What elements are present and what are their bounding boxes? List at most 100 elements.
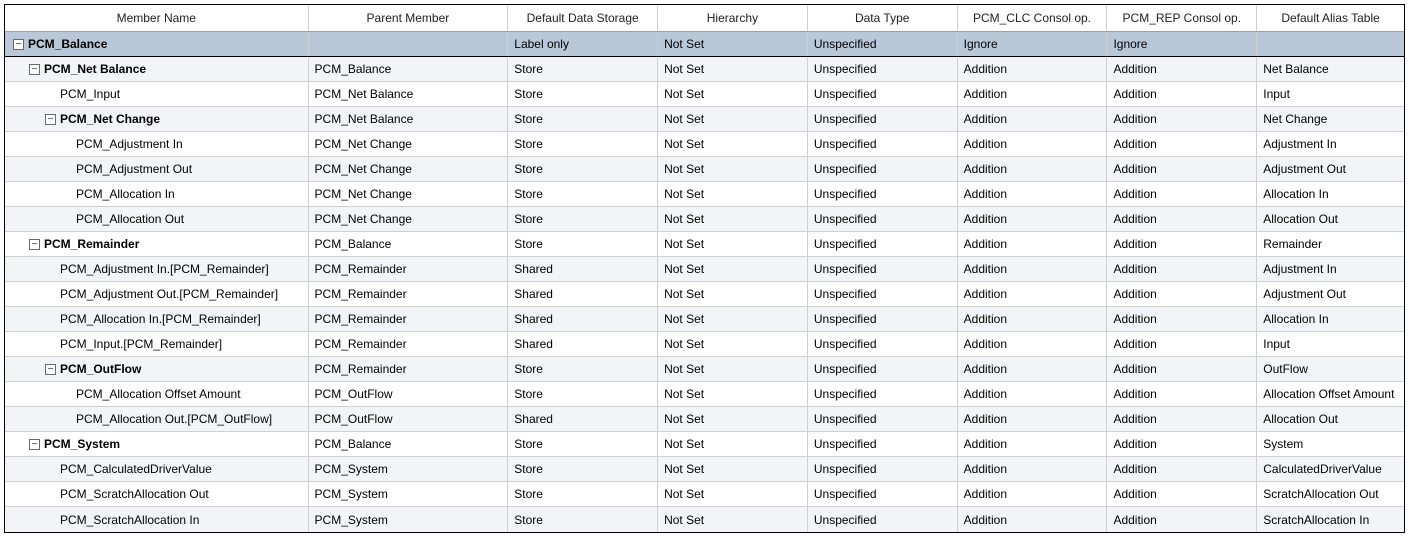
- col-parent-member[interactable]: Parent Member: [309, 5, 509, 31]
- clc-cell[interactable]: Addition: [958, 107, 1108, 131]
- clc-cell[interactable]: Addition: [958, 432, 1108, 456]
- rep-cell[interactable]: Addition: [1107, 57, 1257, 81]
- alias-cell[interactable]: Allocation Out: [1257, 207, 1404, 231]
- parent-member-cell[interactable]: PCM_Balance: [309, 57, 509, 81]
- storage-cell[interactable]: Store: [508, 207, 658, 231]
- datatype-cell[interactable]: Unspecified: [808, 407, 958, 431]
- hierarchy-cell[interactable]: Not Set: [658, 357, 808, 381]
- col-rep-consol[interactable]: PCM_REP Consol op.: [1107, 5, 1257, 31]
- storage-cell[interactable]: Store: [508, 57, 658, 81]
- parent-member-cell[interactable]: PCM_System: [309, 507, 509, 532]
- alias-cell[interactable]: Input: [1257, 332, 1404, 356]
- rep-cell[interactable]: Addition: [1107, 457, 1257, 481]
- clc-cell[interactable]: Addition: [958, 407, 1108, 431]
- alias-cell[interactable]: Input: [1257, 82, 1404, 106]
- hierarchy-cell[interactable]: Not Set: [658, 407, 808, 431]
- member-name-cell[interactable]: PCM_CalculatedDriverValue: [5, 457, 309, 481]
- datatype-cell[interactable]: Unspecified: [808, 207, 958, 231]
- table-row[interactable]: −PCM_Net ChangePCM_Net BalanceStoreNot S…: [5, 107, 1404, 132]
- member-name-cell[interactable]: PCM_Adjustment Out.[PCM_Remainder]: [5, 282, 309, 306]
- clc-cell[interactable]: Addition: [958, 457, 1108, 481]
- hierarchy-cell[interactable]: Not Set: [658, 282, 808, 306]
- rep-cell[interactable]: Addition: [1107, 307, 1257, 331]
- clc-cell[interactable]: Addition: [958, 207, 1108, 231]
- storage-cell[interactable]: Store: [508, 157, 658, 181]
- rep-cell[interactable]: Addition: [1107, 382, 1257, 406]
- alias-cell[interactable]: System: [1257, 432, 1404, 456]
- collapse-icon[interactable]: −: [29, 239, 40, 250]
- clc-cell[interactable]: Addition: [958, 82, 1108, 106]
- alias-cell[interactable]: Net Balance: [1257, 57, 1404, 81]
- alias-cell[interactable]: Allocation Out: [1257, 407, 1404, 431]
- table-row[interactable]: PCM_Adjustment OutPCM_Net ChangeStoreNot…: [5, 157, 1404, 182]
- member-name-cell[interactable]: PCM_ScratchAllocation Out: [5, 482, 309, 506]
- table-row[interactable]: PCM_Allocation InPCM_Net ChangeStoreNot …: [5, 182, 1404, 207]
- table-row[interactable]: PCM_Allocation Offset AmountPCM_OutFlowS…: [5, 382, 1404, 407]
- hierarchy-cell[interactable]: Not Set: [658, 457, 808, 481]
- rep-cell[interactable]: Addition: [1107, 157, 1257, 181]
- hierarchy-cell[interactable]: Not Set: [658, 232, 808, 256]
- parent-member-cell[interactable]: PCM_Net Change: [309, 132, 509, 156]
- member-name-cell[interactable]: PCM_Allocation In.[PCM_Remainder]: [5, 307, 309, 331]
- storage-cell[interactable]: Store: [508, 507, 658, 532]
- rep-cell[interactable]: Addition: [1107, 432, 1257, 456]
- alias-cell[interactable]: [1257, 32, 1404, 56]
- clc-cell[interactable]: Addition: [958, 257, 1108, 281]
- clc-cell[interactable]: Addition: [958, 132, 1108, 156]
- table-row[interactable]: PCM_InputPCM_Net BalanceStoreNot SetUnsp…: [5, 82, 1404, 107]
- rep-cell[interactable]: Addition: [1107, 257, 1257, 281]
- datatype-cell[interactable]: Unspecified: [808, 307, 958, 331]
- alias-cell[interactable]: Allocation Offset Amount: [1257, 382, 1404, 406]
- col-alias-table[interactable]: Default Alias Table: [1257, 5, 1404, 31]
- alias-cell[interactable]: Adjustment Out: [1257, 282, 1404, 306]
- datatype-cell[interactable]: Unspecified: [808, 132, 958, 156]
- hierarchy-cell[interactable]: Not Set: [658, 107, 808, 131]
- collapse-icon[interactable]: −: [13, 39, 24, 50]
- parent-member-cell[interactable]: PCM_Remainder: [309, 307, 509, 331]
- table-row[interactable]: PCM_Adjustment Out.[PCM_Remainder]PCM_Re…: [5, 282, 1404, 307]
- member-name-cell[interactable]: −PCM_Net Balance: [5, 57, 309, 81]
- rep-cell[interactable]: Addition: [1107, 82, 1257, 106]
- table-row[interactable]: PCM_Input.[PCM_Remainder]PCM_RemainderSh…: [5, 332, 1404, 357]
- storage-cell[interactable]: Label only: [508, 32, 658, 56]
- col-default-storage[interactable]: Default Data Storage: [508, 5, 658, 31]
- member-name-cell[interactable]: PCM_Allocation Offset Amount: [5, 382, 309, 406]
- table-row[interactable]: PCM_Allocation In.[PCM_Remainder]PCM_Rem…: [5, 307, 1404, 332]
- table-row[interactable]: −PCM_BalanceLabel onlyNot SetUnspecified…: [5, 32, 1404, 57]
- table-row[interactable]: PCM_ScratchAllocation OutPCM_SystemStore…: [5, 482, 1404, 507]
- member-name-cell[interactable]: PCM_Allocation Out.[PCM_OutFlow]: [5, 407, 309, 431]
- storage-cell[interactable]: Store: [508, 182, 658, 206]
- datatype-cell[interactable]: Unspecified: [808, 382, 958, 406]
- member-name-cell[interactable]: PCM_Adjustment In: [5, 132, 309, 156]
- parent-member-cell[interactable]: PCM_Remainder: [309, 257, 509, 281]
- storage-cell[interactable]: Store: [508, 107, 658, 131]
- parent-member-cell[interactable]: PCM_Net Balance: [309, 82, 509, 106]
- rep-cell[interactable]: Ignore: [1107, 32, 1257, 56]
- parent-member-cell[interactable]: PCM_OutFlow: [309, 382, 509, 406]
- collapse-icon[interactable]: −: [29, 439, 40, 450]
- col-hierarchy[interactable]: Hierarchy: [658, 5, 808, 31]
- storage-cell[interactable]: Shared: [508, 257, 658, 281]
- member-name-cell[interactable]: PCM_Adjustment In.[PCM_Remainder]: [5, 257, 309, 281]
- parent-member-cell[interactable]: PCM_Net Change: [309, 182, 509, 206]
- table-row[interactable]: −PCM_Net BalancePCM_BalanceStoreNot SetU…: [5, 57, 1404, 82]
- datatype-cell[interactable]: Unspecified: [808, 432, 958, 456]
- storage-cell[interactable]: Store: [508, 432, 658, 456]
- parent-member-cell[interactable]: PCM_System: [309, 482, 509, 506]
- alias-cell[interactable]: CalculatedDriverValue: [1257, 457, 1404, 481]
- storage-cell[interactable]: Store: [508, 232, 658, 256]
- member-name-cell[interactable]: PCM_Allocation Out: [5, 207, 309, 231]
- hierarchy-cell[interactable]: Not Set: [658, 132, 808, 156]
- table-row[interactable]: −PCM_OutFlowPCM_RemainderStoreNot SetUns…: [5, 357, 1404, 382]
- rep-cell[interactable]: Addition: [1107, 507, 1257, 532]
- alias-cell[interactable]: Net Change: [1257, 107, 1404, 131]
- rep-cell[interactable]: Addition: [1107, 232, 1257, 256]
- storage-cell[interactable]: Store: [508, 482, 658, 506]
- clc-cell[interactable]: Addition: [958, 282, 1108, 306]
- clc-cell[interactable]: Addition: [958, 182, 1108, 206]
- table-row[interactable]: −PCM_RemainderPCM_BalanceStoreNot SetUns…: [5, 232, 1404, 257]
- member-name-cell[interactable]: −PCM_Net Change: [5, 107, 309, 131]
- member-name-cell[interactable]: PCM_Adjustment Out: [5, 157, 309, 181]
- parent-member-cell[interactable]: PCM_Remainder: [309, 357, 509, 381]
- parent-member-cell[interactable]: PCM_OutFlow: [309, 407, 509, 431]
